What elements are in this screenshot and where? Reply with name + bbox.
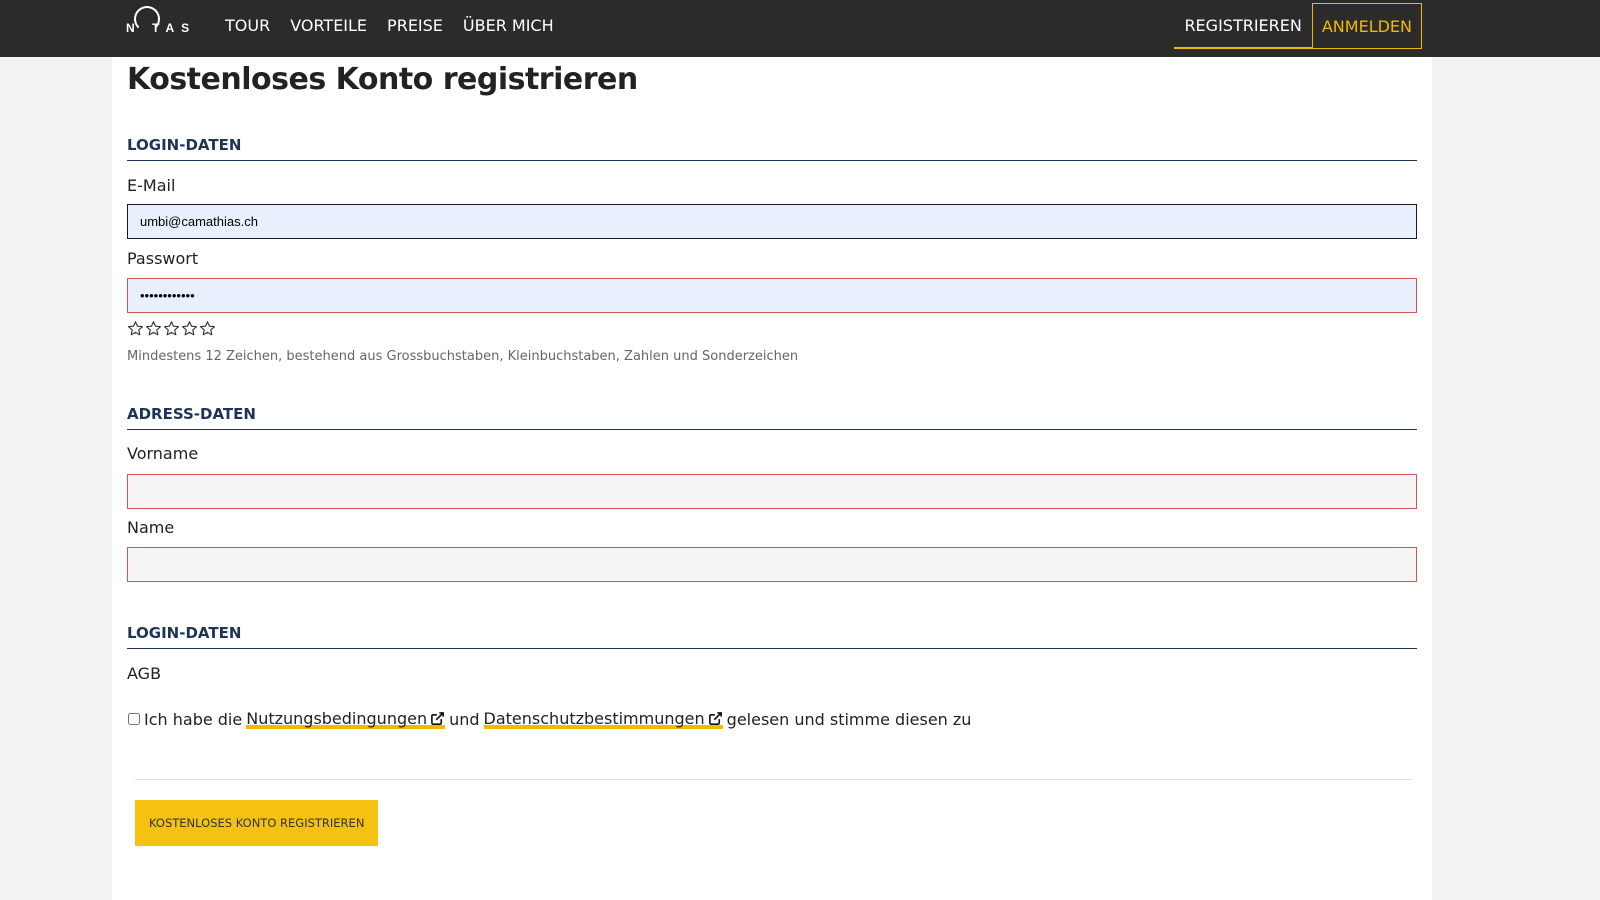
password-field[interactable] — [127, 278, 1417, 313]
terms-consent-row: Ich habe die Nutzungsbedingungen und Dat… — [127, 709, 971, 729]
section-heading-address: ADRESS-DATEN — [127, 404, 1417, 430]
page-title: Kostenloses Konto registrieren — [127, 62, 638, 97]
external-link-icon — [431, 712, 445, 725]
page-background — [1432, 57, 1600, 900]
star-icon — [181, 320, 198, 337]
register-link[interactable]: REGISTRIEREN — [1174, 3, 1312, 49]
section-heading-login: LOGIN-DATEN — [127, 135, 1417, 161]
logo-text: N TAS — [126, 21, 197, 35]
star-icon — [127, 320, 144, 337]
terms-of-use-link-label: Nutzungsbedingungen — [246, 709, 428, 728]
star-icon — [199, 320, 216, 337]
email-label: E-Mail — [127, 176, 176, 195]
login-button[interactable]: ANMELDEN — [1311, 3, 1422, 49]
logo[interactable]: N TAS — [126, 6, 196, 36]
lastname-field[interactable] — [127, 547, 1417, 582]
password-strength-rating — [127, 320, 216, 337]
content-panel: Kostenloses Konto registrieren LOGIN-DAT… — [112, 57, 1432, 900]
external-link-icon — [708, 712, 722, 725]
section-heading-terms: LOGIN-DATEN — [127, 623, 1417, 649]
privacy-policy-link[interactable]: Datenschutzbestimmungen — [483, 709, 723, 729]
main-nav: TOUR VORTEILE PREISE ÜBER MICH — [225, 0, 574, 50]
terms-checkbox[interactable] — [128, 713, 140, 725]
form-divider — [135, 779, 1411, 780]
nav-item-tour[interactable]: TOUR — [225, 16, 270, 35]
email-field[interactable] — [127, 204, 1417, 239]
agb-label: AGB — [127, 664, 162, 683]
terms-of-use-link[interactable]: Nutzungsbedingungen — [246, 709, 446, 729]
terms-text-before: Ich habe die — [144, 709, 243, 729]
lastname-label: Name — [127, 518, 175, 537]
nav-item-ueber-mich[interactable]: ÜBER MICH — [463, 16, 554, 35]
password-hint: Mindestens 12 Zeichen, bestehend aus Gro… — [127, 349, 799, 364]
account-nav: REGISTRIEREN ANMELDEN — [1174, 3, 1422, 49]
nav-item-preise[interactable]: PREISE — [387, 16, 443, 35]
firstname-field[interactable] — [127, 474, 1417, 509]
password-label: Passwort — [127, 249, 199, 268]
terms-text-after: gelesen und stimme diesen zu — [726, 709, 972, 729]
privacy-policy-link-label: Datenschutzbestimmungen — [483, 709, 705, 728]
star-icon — [145, 320, 162, 337]
register-submit-button[interactable]: KOSTENLOSES KONTO REGISTRIEREN — [135, 800, 379, 846]
firstname-label: Vorname — [127, 444, 199, 463]
nav-item-vorteile[interactable]: VORTEILE — [290, 16, 367, 35]
star-icon — [163, 320, 180, 337]
terms-text-and: und — [449, 709, 480, 729]
top-navigation-bar: N TAS TOUR VORTEILE PREISE ÜBER MICH REG… — [0, 0, 1600, 57]
